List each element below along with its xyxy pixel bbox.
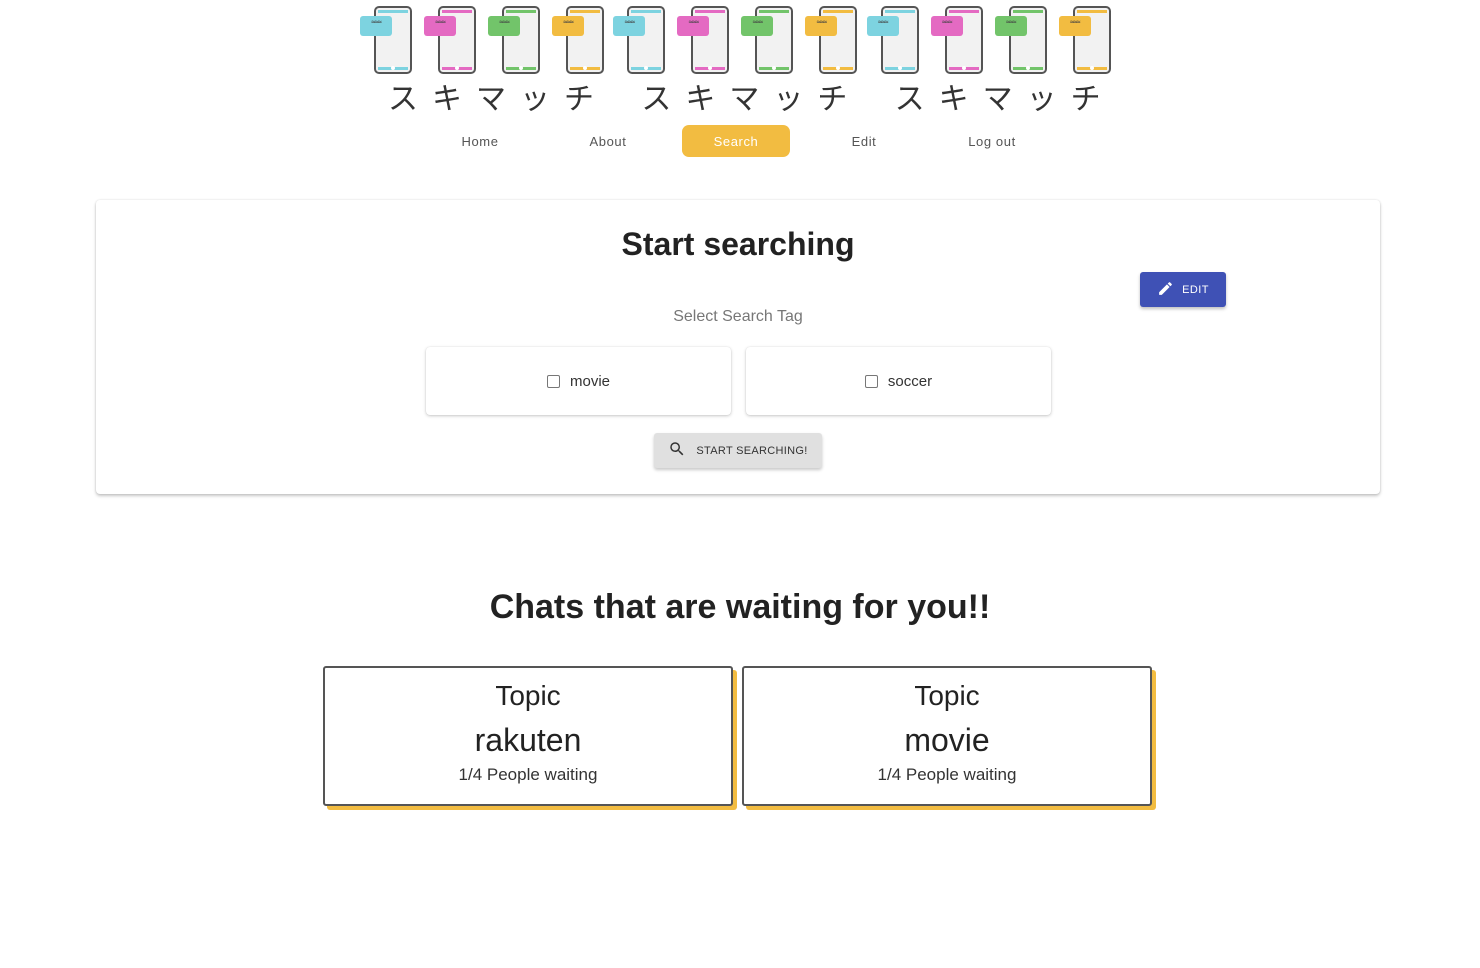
tag-option-label: movie: [569, 372, 610, 390]
chat-bubble-icon: ≈≈≈: [552, 16, 584, 36]
logo-group: ≈≈≈ ≈≈≈ ≈≈≈ ≈≈≈ スキマッチ: [866, 0, 1123, 117]
phone-chat-icon: ≈≈≈: [424, 4, 488, 76]
phone-chat-icon: ≈≈≈: [360, 4, 424, 76]
waiting-count: 1/4 People waiting: [458, 765, 598, 784]
chat-bubble-icon: ≈≈≈: [741, 16, 774, 36]
chat-bubble-icon: ≈≈≈: [866, 16, 899, 36]
waiting-count: 1/4 People waiting: [877, 765, 1017, 784]
search-icon: [668, 440, 686, 461]
chat-bubble-icon: ≈≈≈: [360, 16, 392, 36]
phone-icons: ≈≈≈ ≈≈≈ ≈≈≈ ≈≈≈: [360, 4, 616, 76]
chat-bubble-icon: ≈≈≈: [488, 16, 520, 36]
phone-chat-icon: ≈≈≈: [613, 4, 677, 76]
nav-label: Log out: [968, 133, 1016, 149]
nav-label: About: [589, 133, 627, 149]
pencil-icon: [1157, 280, 1174, 300]
logo-group: ≈≈≈ ≈≈≈ ≈≈≈ ≈≈≈ スキマッチ: [360, 0, 616, 117]
chat-card-movie[interactable]: Topic movie 1/4 People waiting: [742, 666, 1152, 806]
chat-bubble-icon: ≈≈≈: [613, 16, 646, 36]
search-title: Start searching: [621, 226, 855, 262]
chat-card-rakuten[interactable]: Topic rakuten 1/4 People waiting: [323, 666, 733, 806]
nav-edit[interactable]: Edit: [800, 124, 928, 158]
chat-bubble-icon: ≈≈≈: [677, 16, 710, 36]
phone-chat-icon: ≈≈≈: [488, 4, 552, 76]
edit-button[interactable]: EDIT: [1140, 272, 1226, 307]
logo-text: スキマッチ: [641, 82, 862, 117]
nav-search[interactable]: Search: [672, 124, 800, 158]
phone-icons: ≈≈≈ ≈≈≈ ≈≈≈ ≈≈≈: [613, 4, 869, 76]
phone-chat-icon: ≈≈≈: [994, 4, 1059, 76]
nav-label: Edit: [851, 133, 877, 149]
search-panel: Start searching EDIT Select Search Tag m…: [96, 200, 1380, 494]
tag-checkbox[interactable]: [546, 374, 560, 388]
tag-checkbox[interactable]: [864, 374, 878, 388]
tag-select-label: Select Search Tag: [673, 308, 803, 325]
topic-name: rakuten: [474, 722, 582, 758]
main-nav: Home About Search Edit Log out: [416, 124, 1056, 158]
phone-chat-icon: ≈≈≈: [866, 4, 931, 76]
tag-option-movie[interactable]: movie: [426, 347, 731, 415]
tag-option-soccer[interactable]: soccer: [746, 347, 1051, 415]
phone-chat-icon: ≈≈≈: [1058, 4, 1123, 76]
phone-chat-icon: ≈≈≈: [805, 4, 869, 76]
logo-text: スキマッチ: [894, 82, 1115, 117]
app-logo: ≈≈≈ ≈≈≈ ≈≈≈ ≈≈≈ スキマッチ ≈≈≈ ≈≈≈ ≈≈≈ ≈≈≈ スキ…: [360, 0, 1123, 117]
chat-bubble-icon: ≈≈≈: [805, 16, 838, 36]
phone-chat-icon: ≈≈≈: [930, 4, 995, 76]
nav-home[interactable]: Home: [416, 124, 544, 158]
start-searching-button[interactable]: START SEARCHING!: [654, 433, 822, 468]
chat-bubble-icon: ≈≈≈: [930, 16, 963, 36]
topic-label: Topic: [495, 680, 561, 711]
phone-chat-icon: ≈≈≈: [741, 4, 805, 76]
start-searching-label: START SEARCHING!: [696, 444, 808, 457]
nav-label: Home: [461, 133, 499, 149]
logo-group: ≈≈≈ ≈≈≈ ≈≈≈ ≈≈≈ スキマッチ: [613, 0, 869, 117]
chat-bubble-icon: ≈≈≈: [424, 16, 456, 36]
topic-label: Topic: [914, 680, 980, 711]
phone-chat-icon: ≈≈≈: [552, 4, 616, 76]
topic-name: movie: [904, 722, 990, 758]
edit-button-label: EDIT: [1182, 283, 1209, 296]
chat-bubble-icon: ≈≈≈: [994, 16, 1027, 36]
nav-about[interactable]: About: [544, 124, 672, 158]
tag-option-label: soccer: [887, 372, 933, 390]
nav-log-out[interactable]: Log out: [928, 124, 1056, 158]
phone-icons: ≈≈≈ ≈≈≈ ≈≈≈ ≈≈≈: [866, 4, 1123, 76]
nav-label: Search: [682, 125, 790, 157]
phone-chat-icon: ≈≈≈: [677, 4, 741, 76]
chat-bubble-icon: ≈≈≈: [1058, 16, 1091, 36]
waiting-chats-heading: Chats that are waiting for you!!: [489, 588, 991, 626]
logo-text: スキマッチ: [388, 82, 608, 117]
